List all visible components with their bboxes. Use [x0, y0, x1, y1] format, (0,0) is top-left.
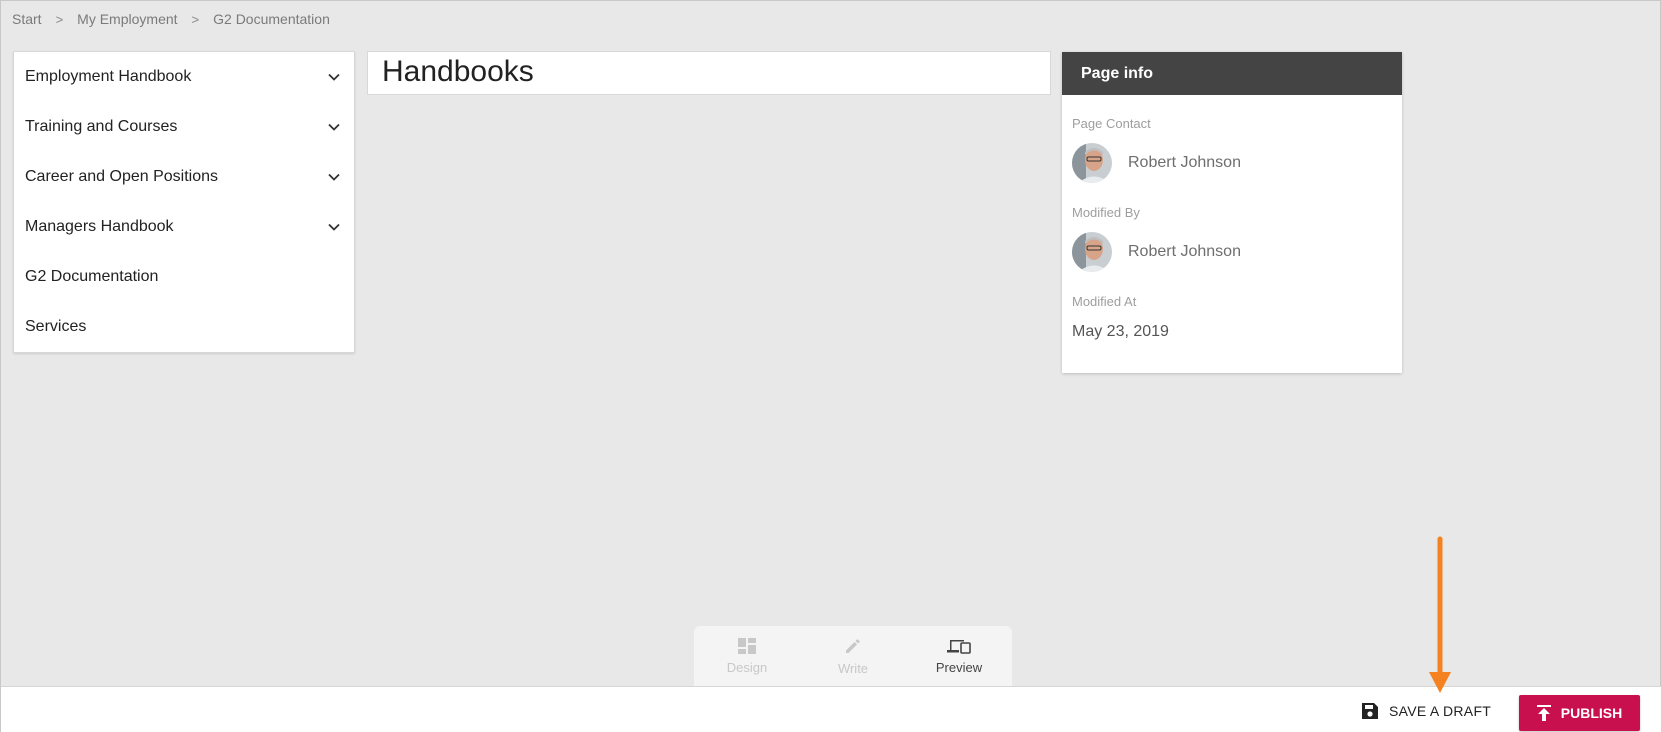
chevron-down-icon[interactable] [326, 119, 342, 135]
mode-preview-button[interactable]: Preview [914, 638, 1004, 675]
annotation-arrow-icon [1429, 536, 1451, 693]
page-title-field[interactable]: Handbooks [367, 51, 1051, 95]
modified-by[interactable]: Robert Johnson [1072, 232, 1392, 272]
modified-by-label: Modified By [1072, 205, 1140, 220]
sidebar-item-managers-handbook[interactable]: Managers Handbook [14, 202, 354, 252]
sidebar-item-label: Training and Courses [25, 118, 178, 135]
mode-preview-label: Preview [935, 659, 983, 675]
save-draft-label: SAVE A DRAFT [1389, 702, 1492, 719]
breadcrumb-separator: > [55, 11, 64, 27]
publish-icon [1536, 705, 1551, 721]
dashboard-icon [738, 637, 756, 654]
sidebar-item-g2-documentation[interactable]: G2 Documentation [14, 252, 354, 302]
modified-at-date: May 23, 2019 [1072, 323, 1169, 340]
chevron-down-icon[interactable] [326, 69, 342, 85]
breadcrumb-start[interactable]: Start [12, 11, 42, 27]
page-contact-label: Page Contact [1072, 116, 1151, 131]
sidebar-item-training-and-courses[interactable]: Training and Courses [14, 102, 354, 152]
page-contact-name: Robert Johnson [1128, 154, 1241, 171]
sidebar-item-label: Managers Handbook [25, 218, 174, 235]
sidebar-item-services[interactable]: Services [14, 302, 354, 352]
avatar [1072, 143, 1112, 183]
page-contact[interactable]: Robert Johnson [1072, 143, 1392, 183]
sidebar-nav: Employment Handbook Training and Courses… [13, 51, 355, 353]
mode-design-label: Design [726, 659, 768, 675]
devices-icon [947, 639, 971, 654]
publish-button[interactable]: PUBLISH [1519, 695, 1640, 731]
breadcrumb: Start > My Employment > G2 Documentation [12, 11, 330, 27]
sidebar-item-label: G2 Documentation [25, 268, 159, 285]
avatar [1072, 232, 1112, 272]
mode-write-button[interactable]: Write [808, 637, 898, 676]
chevron-down-icon[interactable] [326, 169, 342, 185]
modified-at-label: Modified At [1072, 294, 1137, 309]
modified-by-name: Robert Johnson [1128, 243, 1241, 260]
pencil-icon [846, 638, 860, 653]
page-title: Handbooks [382, 55, 534, 88]
mode-write-label: Write [837, 660, 869, 676]
sidebar-item-label: Employment Handbook [25, 68, 192, 85]
breadcrumb-g2-documentation[interactable]: G2 Documentation [213, 11, 330, 27]
chevron-down-icon[interactable] [326, 219, 342, 235]
publish-label: PUBLISH [1560, 705, 1623, 721]
breadcrumb-separator: > [191, 11, 200, 27]
breadcrumb-my-employment[interactable]: My Employment [77, 11, 177, 27]
footer-toolbar: SAVE A DRAFT PUBLISH [1, 686, 1661, 732]
mode-design-button[interactable]: Design [702, 637, 792, 675]
mode-switch: Design Write Preview [694, 626, 1012, 686]
page-info-panel: Page info Page Contact Robert Johnson Mo… [1062, 52, 1402, 373]
page-info-header: Page info [1062, 52, 1402, 95]
sidebar-item-career-and-open-positions[interactable]: Career and Open Positions [14, 152, 354, 202]
sidebar-item-label: Services [25, 318, 87, 335]
save-icon [1362, 702, 1378, 719]
sidebar-item-employment-handbook[interactable]: Employment Handbook [14, 52, 354, 102]
sidebar-item-label: Career and Open Positions [25, 168, 218, 185]
